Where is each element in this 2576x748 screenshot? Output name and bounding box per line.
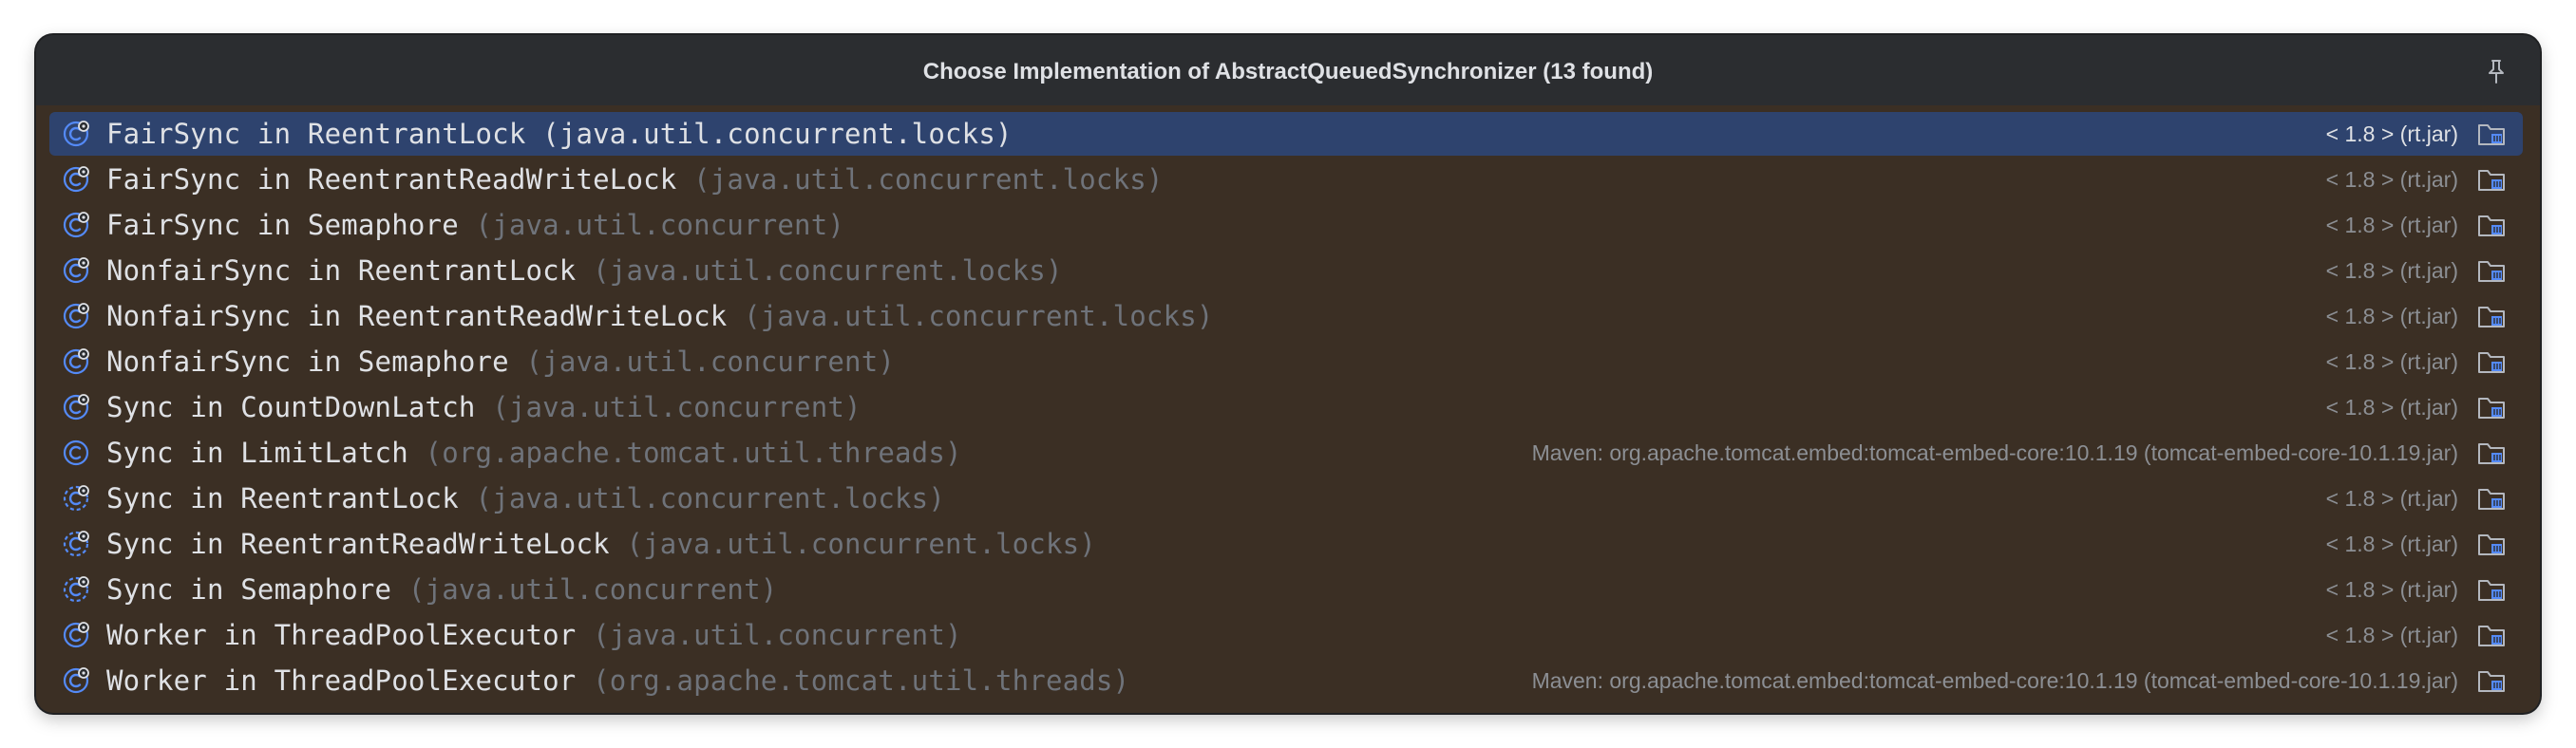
list-item[interactable]: NonfairSync in Semaphore (java.util.conc… bbox=[49, 340, 2523, 383]
package-name: (java.util.concurrent) bbox=[492, 391, 862, 423]
inner-class-icon bbox=[63, 257, 89, 284]
package-name: (java.util.concurrent.locks) bbox=[693, 163, 1164, 196]
inner-class-icon bbox=[63, 667, 89, 694]
class-name: Sync in ReentrantReadWriteLock bbox=[106, 528, 610, 560]
library-label: Maven: org.apache.tomcat.embed:tomcat-em… bbox=[1531, 440, 2458, 465]
library-label: < 1.8 > (rt.jar) bbox=[2325, 349, 2458, 374]
library-folder-icon bbox=[2478, 671, 2505, 692]
item-text: Sync in ReentrantLock (java.util.concurr… bbox=[106, 477, 945, 520]
item-text: Sync in Semaphore (java.util.concurrent) bbox=[106, 568, 777, 611]
package-name: (java.util.concurrent.locks) bbox=[626, 528, 1096, 560]
inner-class-icon bbox=[63, 394, 89, 421]
item-text: Sync in CountDownLatch (java.util.concur… bbox=[106, 385, 862, 429]
list-item[interactable]: NonfairSync in ReentrantReadWriteLock (j… bbox=[49, 294, 2523, 338]
inner-class-icon bbox=[63, 303, 89, 329]
library-label: < 1.8 > (rt.jar) bbox=[2325, 486, 2458, 511]
class-name: Sync in ReentrantLock bbox=[106, 482, 459, 514]
list-item[interactable]: Sync in Semaphore (java.util.concurrent)… bbox=[49, 568, 2523, 611]
item-text: Sync in LimitLatch (org.apache.tomcat.ut… bbox=[106, 431, 962, 475]
list-item[interactable]: Worker in ThreadPoolExecutor (org.apache… bbox=[49, 659, 2523, 702]
item-text: FairSync in ReentrantLock (java.util.con… bbox=[106, 112, 1013, 156]
library-folder-icon bbox=[2478, 534, 2505, 555]
package-name: (java.util.concurrent.locks) bbox=[475, 482, 945, 514]
list-item[interactable]: Sync in CountDownLatch (java.util.concur… bbox=[49, 385, 2523, 429]
class-name: Sync in CountDownLatch bbox=[106, 391, 476, 423]
library-label: < 1.8 > (rt.jar) bbox=[2325, 532, 2458, 556]
list-item[interactable]: Sync in ReentrantReadWriteLock (java.uti… bbox=[49, 522, 2523, 566]
library-folder-icon bbox=[2478, 489, 2505, 510]
library-label: < 1.8 > (rt.jar) bbox=[2325, 213, 2458, 237]
library-label: < 1.8 > (rt.jar) bbox=[2325, 304, 2458, 328]
package-name: (java.util.concurrent) bbox=[525, 346, 896, 378]
package-name: (org.apache.tomcat.util.threads) bbox=[425, 437, 962, 469]
implementation-list: FairSync in ReentrantLock (java.util.con… bbox=[36, 105, 2540, 713]
item-text: Worker in ThreadPoolExecutor (org.apache… bbox=[106, 659, 1129, 702]
library-folder-icon bbox=[2478, 261, 2505, 282]
item-text: NonfairSync in Semaphore (java.util.conc… bbox=[106, 340, 895, 383]
class-name: Sync in LimitLatch bbox=[106, 437, 408, 469]
list-item[interactable]: Sync in LimitLatch (org.apache.tomcat.ut… bbox=[49, 431, 2523, 475]
class-name: Sync in Semaphore bbox=[106, 573, 392, 606]
library-folder-icon bbox=[2478, 124, 2505, 145]
library-label: Maven: org.apache.tomcat.embed:tomcat-em… bbox=[1531, 668, 2458, 693]
package-name: (java.util.concurrent) bbox=[407, 573, 778, 606]
item-text: Sync in ReentrantReadWriteLock (java.uti… bbox=[106, 522, 1096, 566]
package-name: (org.apache.tomcat.util.threads) bbox=[593, 664, 1130, 697]
abstract-class-icon bbox=[63, 485, 89, 512]
pin-icon[interactable] bbox=[2485, 58, 2508, 84]
class-name: NonfairSync in ReentrantReadWriteLock bbox=[106, 300, 728, 332]
library-folder-icon bbox=[2478, 580, 2505, 601]
package-name: (java.util.concurrent.locks) bbox=[744, 300, 1214, 332]
item-text: FairSync in Semaphore (java.util.concurr… bbox=[106, 203, 844, 247]
list-item[interactable]: FairSync in ReentrantLock (java.util.con… bbox=[49, 112, 2523, 156]
item-text: NonfairSync in ReentrantReadWriteLock (j… bbox=[106, 294, 1214, 338]
library-label: < 1.8 > (rt.jar) bbox=[2325, 122, 2458, 146]
class-name: FairSync in ReentrantReadWriteLock bbox=[106, 163, 677, 196]
library-label: < 1.8 > (rt.jar) bbox=[2325, 167, 2458, 192]
item-text: FairSync in ReentrantReadWriteLock (java… bbox=[106, 158, 1164, 201]
library-folder-icon bbox=[2478, 398, 2505, 419]
list-item[interactable]: Sync in ReentrantLock (java.util.concurr… bbox=[49, 477, 2523, 520]
choose-implementation-popup: Choose Implementation of AbstractQueuedS… bbox=[36, 35, 2540, 713]
list-item[interactable]: FairSync in ReentrantReadWriteLock (java… bbox=[49, 158, 2523, 201]
library-label: < 1.8 > (rt.jar) bbox=[2325, 395, 2458, 420]
class-icon bbox=[63, 439, 89, 466]
library-folder-icon bbox=[2478, 307, 2505, 327]
package-name: (java.util.concurrent) bbox=[593, 619, 962, 651]
package-name: (java.util.concurrent) bbox=[475, 209, 845, 241]
library-label: < 1.8 > (rt.jar) bbox=[2325, 258, 2458, 283]
inner-class-icon bbox=[63, 166, 89, 193]
abstract-class-icon bbox=[63, 531, 89, 557]
class-name: NonfairSync in Semaphore bbox=[106, 346, 509, 378]
package-name: (java.util.concurrent.locks) bbox=[542, 118, 1013, 150]
library-label: < 1.8 > (rt.jar) bbox=[2325, 623, 2458, 647]
popup-title: Choose Implementation of AbstractQueuedS… bbox=[922, 59, 1654, 84]
class-name: FairSync in ReentrantLock bbox=[106, 118, 526, 150]
abstract-class-icon bbox=[63, 576, 89, 603]
item-text: NonfairSync in ReentrantLock (java.util.… bbox=[106, 249, 1063, 292]
class-name: FairSync in Semaphore bbox=[106, 209, 459, 241]
library-label: < 1.8 > (rt.jar) bbox=[2325, 577, 2458, 602]
list-item[interactable]: FairSync in Semaphore (java.util.concurr… bbox=[49, 203, 2523, 247]
popup-header: Choose Implementation of AbstractQueuedS… bbox=[36, 35, 2540, 105]
class-name: NonfairSync in ReentrantLock bbox=[106, 254, 577, 287]
class-name: Worker in ThreadPoolExecutor bbox=[106, 664, 577, 697]
list-item[interactable]: NonfairSync in ReentrantLock (java.util.… bbox=[49, 249, 2523, 292]
list-item[interactable]: Worker in ThreadPoolExecutor (java.util.… bbox=[49, 613, 2523, 657]
library-folder-icon bbox=[2478, 352, 2505, 373]
library-folder-icon bbox=[2478, 626, 2505, 646]
library-folder-icon bbox=[2478, 443, 2505, 464]
inner-class-icon bbox=[63, 622, 89, 648]
inner-class-icon bbox=[63, 212, 89, 238]
library-folder-icon bbox=[2478, 170, 2505, 191]
library-folder-icon bbox=[2478, 215, 2505, 236]
package-name: (java.util.concurrent.locks) bbox=[593, 254, 1063, 287]
item-text: Worker in ThreadPoolExecutor (java.util.… bbox=[106, 613, 962, 657]
inner-class-icon bbox=[63, 121, 89, 147]
inner-class-icon bbox=[63, 348, 89, 375]
class-name: Worker in ThreadPoolExecutor bbox=[106, 619, 577, 651]
